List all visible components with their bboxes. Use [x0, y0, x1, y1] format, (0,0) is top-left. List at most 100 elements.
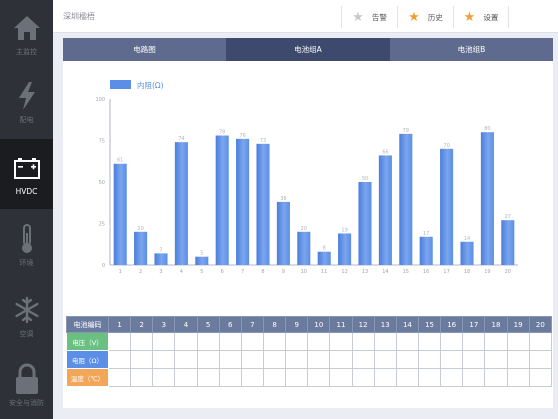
alarm-button[interactable]: ★ 告警 — [341, 6, 397, 28]
table-cell — [417, 368, 442, 387]
table-column-header: 2 — [130, 316, 154, 333]
table-cell — [440, 350, 464, 369]
table-cell — [395, 368, 419, 387]
tab-circuit-diagram[interactable]: 电路图 — [63, 38, 226, 61]
star-icon: ★ — [408, 9, 420, 25]
x-tick-label: 8 — [261, 269, 264, 275]
table-cell — [240, 368, 264, 387]
lock-icon — [11, 363, 43, 395]
bar-value-label: 8 — [323, 246, 326, 252]
table-cell — [285, 332, 309, 351]
history-button-label: 历史 — [427, 12, 443, 22]
table-cell — [218, 332, 242, 351]
legend-label: 内阻(Ω) — [137, 80, 164, 90]
y-tick-label: 25 — [99, 222, 105, 228]
table-cell — [373, 332, 397, 351]
table-cell — [506, 368, 530, 387]
snowflake-icon — [11, 294, 43, 326]
table-cell — [196, 368, 220, 387]
table-cell — [262, 332, 287, 351]
sidebar-item-security-fire[interactable]: 安全与消防 — [0, 351, 53, 419]
sidebar-item-label: 空调 — [19, 329, 34, 338]
table-cell — [373, 368, 397, 387]
table-cell — [329, 368, 353, 387]
table-cell — [307, 368, 331, 387]
history-button[interactable]: ★ 历史 — [397, 6, 453, 28]
table-column-header: 7 — [240, 316, 264, 333]
table-cell — [262, 368, 287, 387]
x-tick-label: 10 — [301, 269, 307, 275]
bar-value-label: 20 — [301, 226, 307, 232]
table-cell — [395, 332, 419, 351]
sidebar-item-air-conditioning[interactable]: 空调 — [0, 281, 53, 351]
table-cell — [484, 332, 508, 351]
table-column-header: 14 — [395, 316, 419, 333]
sidebar-item-environment[interactable]: 环境 — [0, 209, 53, 281]
table-cell — [152, 368, 176, 387]
tab-battery-group-b[interactable]: 电池组B — [390, 38, 553, 61]
home-icon — [11, 12, 43, 44]
table-cell — [307, 350, 331, 369]
table-cell — [152, 350, 176, 369]
sidebar-item-label: 配电 — [19, 115, 34, 124]
x-tick-label: 13 — [362, 269, 368, 275]
table-cell — [440, 368, 464, 387]
bar-value-label: 38 — [280, 196, 286, 202]
bar — [215, 135, 229, 265]
bar-value-label: 78 — [219, 130, 225, 136]
battery-icon — [11, 152, 43, 184]
x-tick-label: 9 — [282, 269, 285, 275]
table-row-label: 电阻（Ω） — [66, 350, 109, 369]
table-row: 电压（V） — [66, 332, 553, 351]
tab-battery-group-a[interactable]: 电池组A — [226, 38, 390, 61]
table-cell — [329, 332, 353, 351]
table-cell — [417, 350, 442, 369]
table-cell — [130, 350, 154, 369]
sidebar-item-hvdc[interactable]: HVDC — [0, 139, 53, 209]
bar — [317, 251, 331, 265]
table-cell — [506, 332, 530, 351]
table-cell — [351, 350, 375, 369]
bar — [276, 201, 290, 265]
table-cell — [285, 368, 309, 387]
bar-value-label: 7 — [159, 247, 162, 253]
table-cell — [373, 350, 397, 369]
x-tick-label: 14 — [382, 269, 388, 275]
table-column-header: 9 — [285, 316, 309, 333]
bar — [113, 163, 127, 265]
x-tick-label: 6 — [221, 269, 224, 275]
bar-value-label: 73 — [260, 138, 266, 144]
y-tick-label: 75 — [99, 139, 105, 145]
alarm-button-label: 告警 — [371, 12, 387, 22]
x-tick-label: 5 — [200, 269, 203, 275]
table-cell — [307, 332, 331, 351]
table-column-header: 8 — [262, 316, 287, 333]
sidebar-item-label: HVDC — [15, 187, 38, 196]
bar — [480, 132, 494, 265]
thermometer-icon — [11, 223, 43, 255]
table-column-header: 4 — [174, 316, 198, 333]
bar — [358, 182, 372, 265]
bar-value-label: 20 — [137, 226, 143, 232]
sidebar-item-label: 主监控 — [16, 47, 37, 56]
tab-bar: 电路图 电池组A 电池组B — [63, 38, 553, 61]
bar — [154, 253, 168, 265]
bar — [338, 233, 352, 265]
bar — [399, 133, 413, 265]
sidebar-item-power-distribution[interactable]: 配电 — [0, 68, 53, 136]
x-tick-label: 17 — [443, 269, 449, 275]
sidebar-item-main-monitor[interactable]: 主监控 — [0, 0, 53, 68]
x-tick-label: 11 — [321, 269, 327, 275]
table-cell — [107, 368, 132, 387]
y-tick-label: 100 — [95, 97, 105, 103]
table-column-header: 11 — [329, 316, 353, 333]
top-bar: 深圳楹梧 ★ 告警 ★ 历史 ★ 设置 — [53, 0, 558, 33]
x-tick-label: 4 — [180, 269, 183, 275]
x-tick-label: 1 — [119, 269, 122, 275]
bar-value-label: 19 — [341, 227, 347, 233]
settings-button[interactable]: ★ 设置 — [453, 6, 509, 28]
table-cell — [130, 332, 154, 351]
bar-chart: 0255075100内阻(Ω)6112027374455786767738389… — [95, 80, 518, 275]
x-tick-label: 18 — [464, 269, 470, 275]
table-cell — [484, 350, 508, 369]
